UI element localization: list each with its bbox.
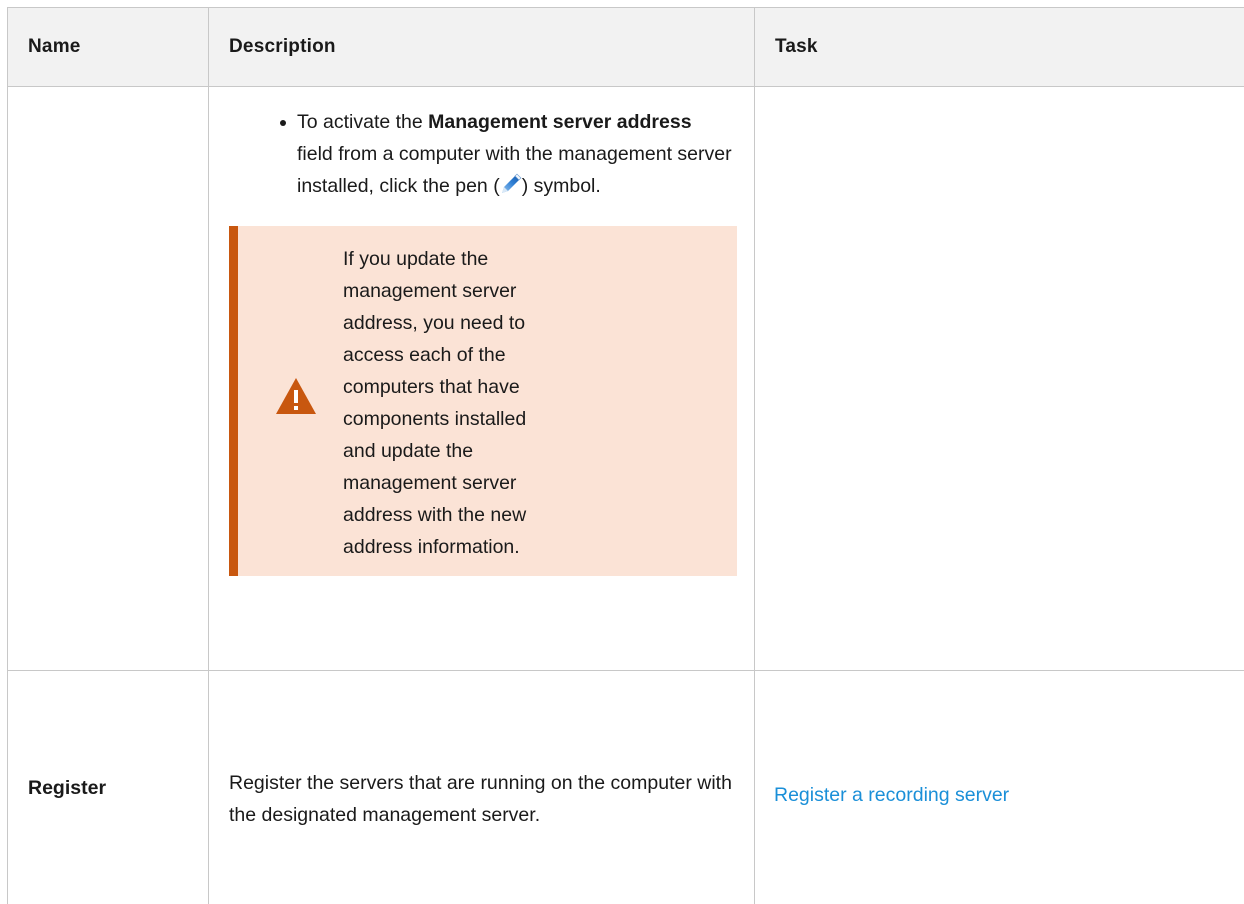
warning-callout: If you update the management server addr… [229, 226, 737, 576]
column-header-description-label: Description [209, 36, 754, 58]
table-header: Name Description Task [8, 8, 1244, 87]
bullet-text-end: ) symbol. [522, 175, 601, 197]
column-header-task: Task [755, 8, 1244, 87]
name-cell: Register [8, 671, 209, 904]
column-header-task-label: Task [755, 36, 1244, 58]
warning-icon [275, 377, 317, 415]
column-header-name: Name [8, 8, 209, 87]
header-row: Name Description Task [8, 8, 1244, 87]
row-name-register: Register [8, 772, 208, 804]
warning-text: If you update the management server addr… [343, 226, 528, 576]
table-row: Register Register the servers that are r… [8, 671, 1244, 904]
table-row: To activate the Management server addres… [8, 87, 1244, 671]
register-description: Register the servers that are running on… [229, 767, 734, 831]
documentation-table: Name Description Task To activate the Ma… [7, 7, 1244, 904]
column-header-description: Description [209, 8, 755, 87]
register-recording-server-link[interactable]: Register a recording server [755, 764, 1244, 811]
column-header-name-label: Name [8, 36, 208, 58]
task-cell: Register a recording server [755, 671, 1244, 904]
task-cell-empty [755, 87, 1244, 671]
bullet-list-item: To activate the Management server addres… [209, 87, 754, 202]
description-cell: Register the servers that are running on… [209, 671, 755, 904]
table-wrapper: Name Description Task To activate the Ma… [7, 7, 1244, 890]
bullet-dot [280, 120, 286, 126]
bullet-bold-field-name: Management server address [428, 111, 691, 133]
pen-icon [500, 173, 522, 195]
bullet-text-before: To activate the [297, 111, 428, 133]
name-cell-empty [8, 87, 209, 671]
description-cell: To activate the Management server addres… [209, 87, 755, 671]
